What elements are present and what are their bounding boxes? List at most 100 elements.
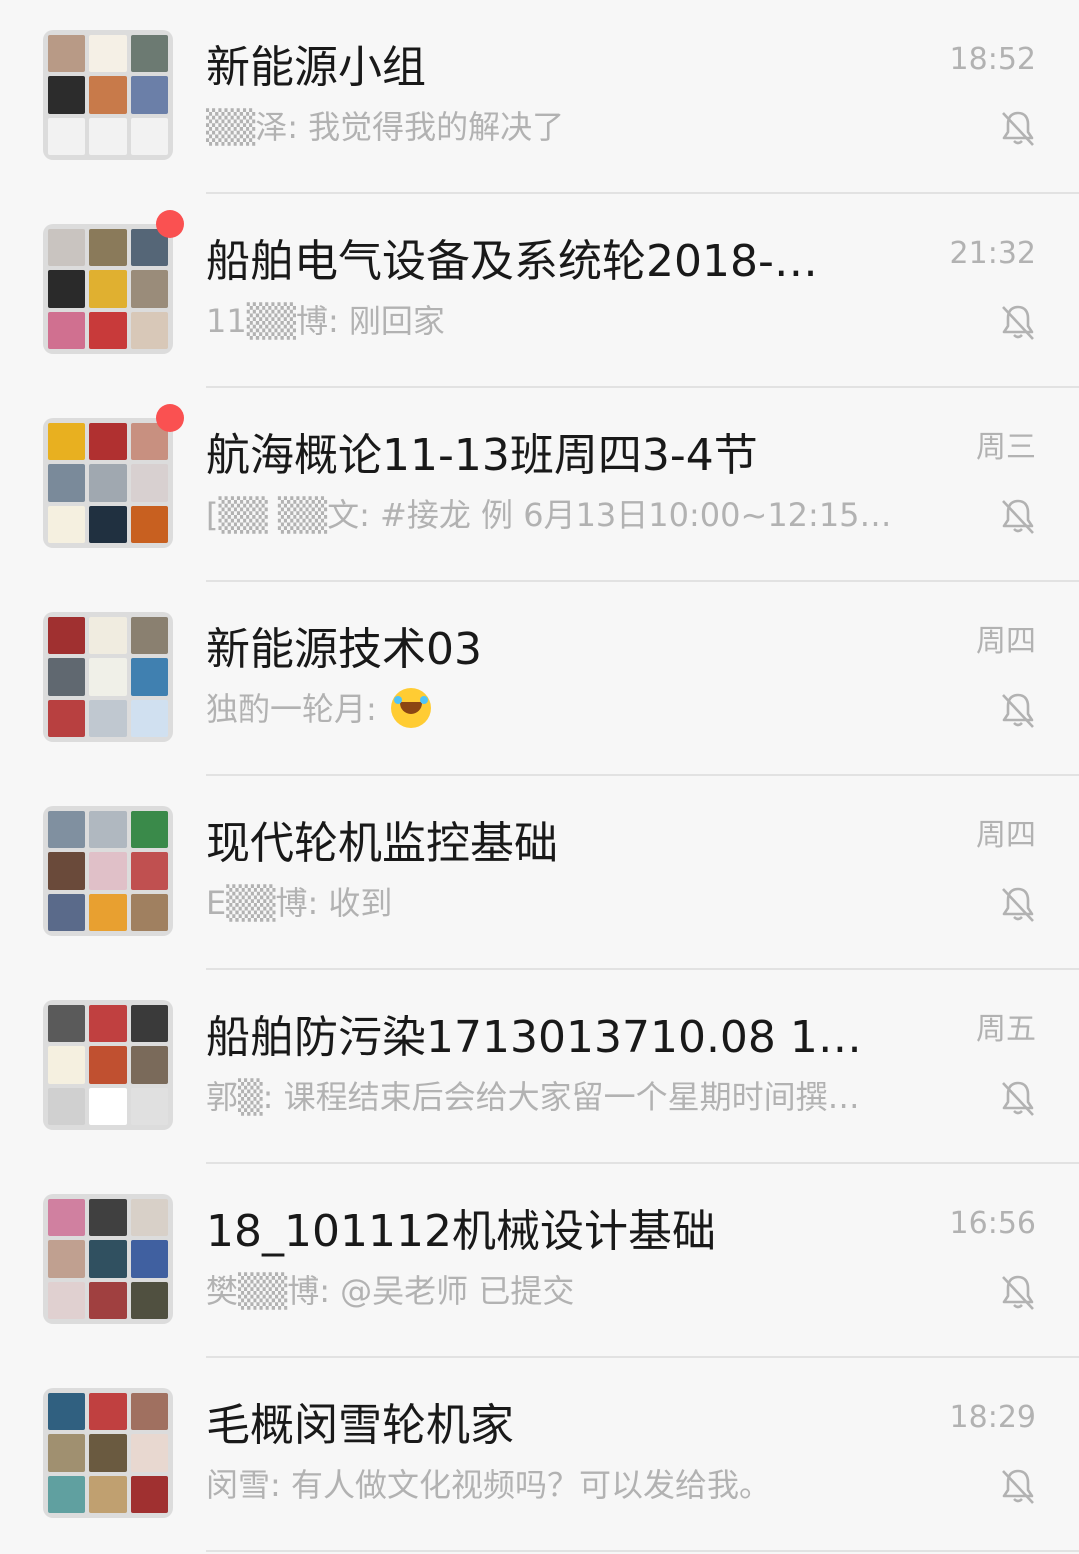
member-avatar: [89, 811, 127, 849]
chat-row[interactable]: 18_101112机械设计基础 樊▒▒博: @吴老师 已提交 16:56: [0, 1164, 1079, 1358]
member-avatar: [48, 699, 86, 737]
chat-time: 周四: [976, 818, 1036, 853]
chat-list: 新能源小组 ▒▒泽: 我觉得我的解决了 18:52 船舶电气设备及系统轮2018-… 1…: [0, 0, 1079, 1554]
member-avatar: [48, 1281, 86, 1319]
group-avatar[interactable]: [43, 1388, 173, 1518]
bell-off-icon: [1002, 1275, 1034, 1310]
group-avatar[interactable]: [43, 418, 173, 548]
chat-row[interactable]: 航海概论11-13班周四3-4节 [▒▒ ▒▒文: #接龙 例 6月13日10:0…: [0, 388, 1079, 582]
member-avatar: [130, 1434, 168, 1472]
member-avatar: [89, 423, 127, 461]
chat-row[interactable]: 新能源技术03 独酌一轮月: 周四: [0, 582, 1079, 776]
member-avatar: [130, 893, 168, 931]
chat-time: 周四: [976, 624, 1036, 659]
bell-off-icon: [1002, 1081, 1034, 1116]
chat-title: 新能源技术03: [206, 624, 482, 675]
member-avatar: [130, 35, 168, 73]
divider: [206, 1550, 1079, 1552]
chat-time: 21:32: [949, 236, 1036, 271]
member-avatar: [89, 35, 127, 73]
chat-preview: [▒▒ ▒▒文: #接龙 例 6月13日10:00~12:15…: [206, 492, 926, 538]
bell-off-icon: [1002, 305, 1034, 340]
member-avatar: [130, 617, 168, 655]
member-avatar: [48, 117, 86, 155]
chat-preview: 郭▒: 课程结束后会给大家留一个星期时间撰…: [206, 1074, 926, 1120]
member-avatar: [130, 1281, 168, 1319]
member-avatar: [89, 270, 127, 308]
chat-preview: 11▒▒博: 刚回家: [206, 298, 926, 344]
member-avatar: [130, 1087, 168, 1125]
chat-row[interactable]: 现代轮机监控基础 E▒▒博: 收到 周四: [0, 776, 1079, 970]
member-avatar: [48, 1005, 86, 1043]
member-avatar: [89, 76, 127, 114]
member-avatar: [130, 1240, 168, 1278]
bell-off-icon: [1002, 1469, 1034, 1504]
member-avatar: [89, 117, 127, 155]
chat-title: 18_101112机械设计基础: [206, 1206, 716, 1257]
chat-time: 周三: [976, 430, 1036, 465]
chat-title: 船舶电气设备及系统轮2018-…: [206, 236, 818, 287]
member-avatar: [89, 1087, 127, 1125]
chat-time: 18:29: [949, 1400, 1036, 1435]
member-avatar: [130, 1199, 168, 1237]
member-avatar: [48, 658, 86, 696]
group-avatar[interactable]: [43, 612, 173, 742]
member-avatar: [130, 811, 168, 849]
bell-off-icon: [1002, 887, 1034, 922]
member-avatar: [130, 311, 168, 349]
member-avatar: [48, 617, 86, 655]
member-avatar: [48, 505, 86, 543]
chat-preview: 闵雪: 有人做文化视频吗？可以发给我。: [206, 1462, 926, 1508]
group-avatar[interactable]: [43, 1000, 173, 1130]
member-avatar: [48, 1046, 86, 1084]
chat-preview-text: 郭▒: 课程结束后会给大家留一个星期时间撰…: [206, 1078, 860, 1116]
chat-title: 航海概论11-13班周四3-4节: [206, 430, 758, 481]
member-avatar: [48, 1199, 86, 1237]
member-avatar: [48, 35, 86, 73]
member-avatar: [130, 1046, 168, 1084]
group-avatar[interactable]: [43, 806, 173, 936]
member-avatar: [89, 1434, 127, 1472]
member-avatar: [130, 505, 168, 543]
member-avatar: [89, 505, 127, 543]
member-avatar: [130, 658, 168, 696]
member-avatar: [48, 229, 86, 267]
unread-badge: [156, 404, 184, 432]
member-avatar: [48, 1240, 86, 1278]
group-avatar[interactable]: [43, 224, 173, 354]
chat-row[interactable]: 船舶防污染1713013710.08 1… 郭▒: 课程结束后会给大家留一个星期时…: [0, 970, 1079, 1164]
member-avatar: [130, 1475, 168, 1513]
chat-title: 毛概闵雪轮机家: [206, 1400, 514, 1451]
member-avatar: [89, 1046, 127, 1084]
member-avatar: [48, 311, 86, 349]
member-avatar: [48, 852, 86, 890]
member-avatar: [130, 270, 168, 308]
chat-preview: 独酌一轮月:: [206, 686, 926, 732]
member-avatar: [89, 229, 127, 267]
chat-row[interactable]: 毛概闵雪轮机家闵雪: 有人做文化视频吗？可以发给我。 18:29: [0, 1358, 1079, 1552]
member-avatar: [89, 617, 127, 655]
member-avatar: [48, 1475, 86, 1513]
member-avatar: [130, 76, 168, 114]
bell-off-icon: [1002, 499, 1034, 534]
member-avatar: [48, 1393, 86, 1431]
chat-preview: ▒▒泽: 我觉得我的解决了: [206, 104, 926, 150]
group-avatar[interactable]: [43, 30, 173, 160]
member-avatar: [89, 893, 127, 931]
member-avatar: [130, 117, 168, 155]
member-avatar: [89, 1281, 127, 1319]
member-avatar: [130, 699, 168, 737]
chat-row[interactable]: 船舶电气设备及系统轮2018-… 11▒▒博: 刚回家 21:32: [0, 194, 1079, 388]
member-avatar: [48, 423, 86, 461]
member-avatar: [89, 852, 127, 890]
chat-preview-text: [▒▒ ▒▒文: #接龙 例 6月13日10:00~12:15…: [206, 496, 892, 534]
chat-time: 周五: [976, 1012, 1036, 1047]
group-avatar[interactable]: [43, 1194, 173, 1324]
member-avatar: [89, 1475, 127, 1513]
member-avatar: [48, 76, 86, 114]
member-avatar: [48, 270, 86, 308]
chat-preview-text: 樊▒▒博: @吴老师 已提交: [206, 1272, 575, 1310]
chat-preview-text: 独酌一轮月:: [206, 690, 387, 728]
chat-row[interactable]: 新能源小组 ▒▒泽: 我觉得我的解决了 18:52: [0, 0, 1079, 194]
member-avatar: [48, 1434, 86, 1472]
